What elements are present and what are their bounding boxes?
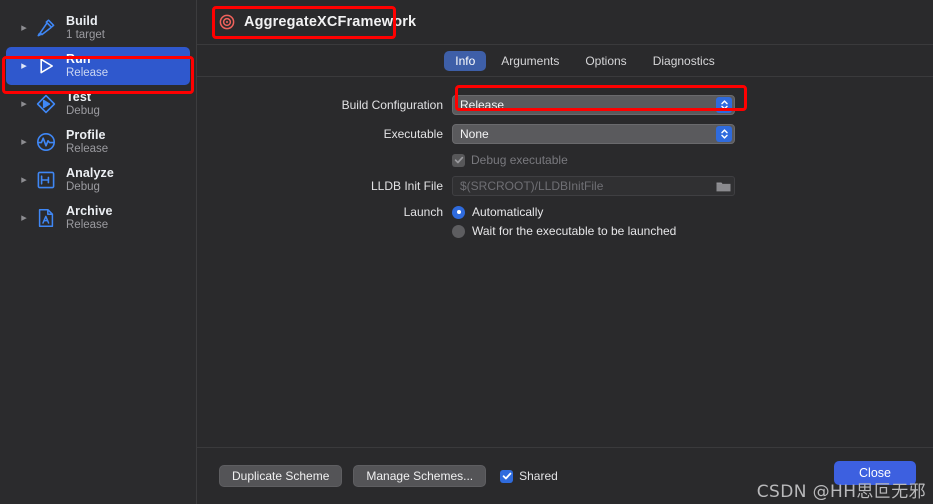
shared-label: Shared [519, 469, 558, 483]
sidebar-item-build[interactable]: ▸ Build 1 target [6, 9, 190, 47]
launch-row: Launch Automatically Wait for the execut… [197, 205, 933, 243]
sidebar-item-label: Build [66, 14, 98, 29]
scheme-editor-footer: Duplicate Scheme Manage Schemes... Share… [197, 447, 933, 504]
sidebar-item-label: Profile [66, 128, 106, 143]
info-form: Build Configuration Release Executable N… [197, 77, 933, 447]
hammer-icon [34, 16, 58, 40]
debug-executable-row: Debug executable [197, 153, 933, 167]
scheme-detail-panel: AggregateXCFramework Info Arguments Opti… [197, 0, 933, 504]
executable-label: Executable [383, 127, 443, 141]
radio-unselected-icon [452, 224, 465, 238]
tab-diagnostics[interactable]: Diagnostics [642, 51, 726, 71]
launch-automatically-option[interactable]: Automatically [452, 205, 676, 219]
debug-executable-label: Debug executable [471, 153, 568, 167]
detail-tabbar: Info Arguments Options Diagnostics [197, 45, 933, 76]
close-button[interactable]: Close [834, 461, 916, 485]
sidebar-item-subtitle: Debug [66, 105, 100, 118]
scheme-title-group: AggregateXCFramework [219, 14, 416, 30]
diamond-play-icon [34, 92, 58, 116]
build-configuration-value: Release [460, 98, 505, 112]
lldb-init-file-label: LLDB Init File [370, 179, 443, 193]
chevron-right-icon[interactable]: ▸ [18, 212, 30, 224]
lldb-init-file-placeholder: $(SRCROOT)/LLDBInitFile [460, 179, 604, 193]
sidebar-item-subtitle: Release [66, 67, 109, 80]
chevron-right-icon[interactable]: ▸ [18, 60, 30, 72]
sidebar-item-label: Archive [66, 204, 113, 219]
lldb-init-file-row: LLDB Init File $(SRCROOT)/LLDBInitFile [197, 176, 933, 196]
chevron-right-icon[interactable]: ▸ [18, 136, 30, 148]
chevron-right-icon[interactable]: ▸ [18, 174, 30, 186]
sidebar-item-label: Run [66, 52, 91, 67]
analyze-icon [34, 168, 58, 192]
shared-checkbox[interactable]: Shared [500, 469, 558, 483]
scheme-actions-sidebar: ▸ Build 1 target ▸ Run Release ▸ Test De… [0, 0, 197, 504]
sidebar-item-subtitle: Release [66, 143, 109, 156]
tab-info[interactable]: Info [444, 50, 487, 71]
launch-wait-label: Wait for the executable to be launched [472, 224, 677, 238]
chevron-right-icon[interactable]: ▸ [18, 22, 30, 34]
target-icon [219, 14, 235, 30]
lldb-init-file-input[interactable]: $(SRCROOT)/LLDBInitFile [452, 176, 735, 196]
duplicate-scheme-button[interactable]: Duplicate Scheme [219, 465, 343, 487]
play-icon [34, 54, 58, 78]
build-configuration-select[interactable]: Release [452, 95, 735, 115]
sidebar-item-subtitle: 1 target [66, 29, 105, 42]
archive-icon [34, 206, 58, 230]
sidebar-item-archive[interactable]: ▸ Archive Release [6, 199, 190, 237]
sidebar-item-analyze[interactable]: ▸ Analyze Debug [6, 161, 190, 199]
sidebar-item-subtitle: Release [66, 219, 109, 232]
build-configuration-row: Build Configuration Release [197, 95, 933, 115]
sidebar-item-test[interactable]: ▸ Test Debug [6, 85, 190, 123]
launch-wait-option[interactable]: Wait for the executable to be launched [452, 224, 676, 238]
checkmark-icon [500, 469, 514, 483]
page-title: AggregateXCFramework [244, 14, 417, 30]
chevron-updown-icon[interactable] [716, 97, 732, 113]
sidebar-item-label: Test [66, 90, 92, 105]
build-configuration-label: Build Configuration [341, 98, 443, 112]
scheme-titlebar: AggregateXCFramework [197, 0, 933, 44]
checkmark-icon [452, 153, 465, 167]
executable-value: None [460, 127, 489, 141]
chevron-right-icon[interactable]: ▸ [18, 98, 30, 110]
waveform-icon [34, 130, 58, 154]
sidebar-item-profile[interactable]: ▸ Profile Release [6, 123, 190, 161]
executable-select[interactable]: None [452, 124, 735, 144]
sidebar-item-label: Analyze [66, 166, 114, 181]
launch-label: Launch [403, 205, 443, 219]
sidebar-item-subtitle: Debug [66, 181, 100, 194]
debug-executable-checkbox: Debug executable [452, 153, 568, 167]
scheme-editor-window: ▸ Build 1 target ▸ Run Release ▸ Test De… [0, 0, 933, 504]
launch-automatically-label: Automatically [472, 205, 544, 219]
folder-icon[interactable] [716, 180, 731, 193]
chevron-updown-icon[interactable] [716, 126, 732, 142]
manage-schemes-button[interactable]: Manage Schemes... [353, 465, 487, 487]
executable-row: Executable None [197, 124, 933, 144]
tab-arguments[interactable]: Arguments [490, 51, 570, 71]
tab-options[interactable]: Options [574, 51, 637, 71]
radio-selected-icon [452, 205, 465, 219]
sidebar-item-run[interactable]: ▸ Run Release [6, 47, 190, 85]
